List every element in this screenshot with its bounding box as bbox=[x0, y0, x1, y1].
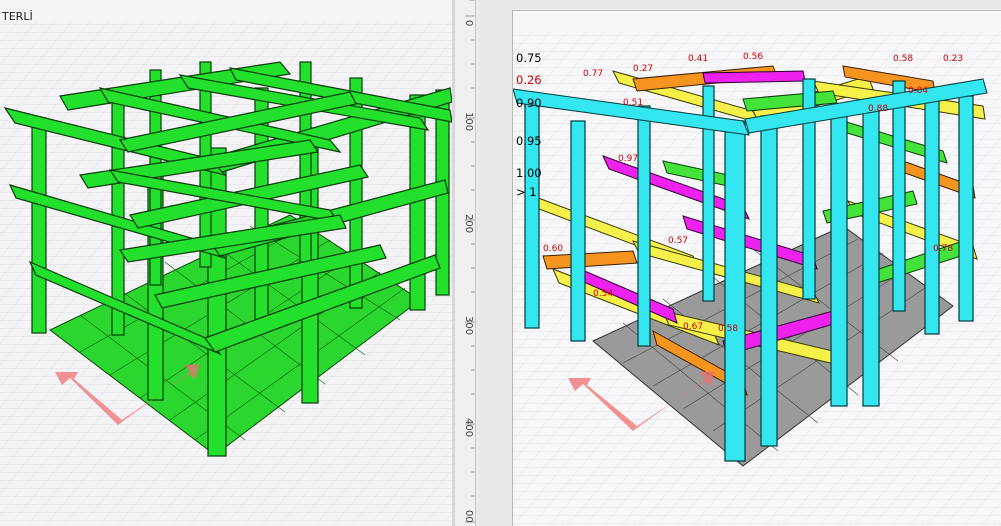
ruler-tick-200: 200 bbox=[463, 214, 474, 233]
ratio-legend-item: 0.75 bbox=[516, 51, 542, 65]
ratio-legend-item: > 1 bbox=[516, 185, 537, 199]
ratio-legend-item: 0.95 bbox=[516, 134, 542, 148]
ratio-value: 0.56 bbox=[743, 52, 763, 62]
ratio-value: 0.84 bbox=[908, 86, 928, 96]
ratio-legend-item: 0.90 bbox=[516, 96, 542, 110]
ratio-value: 0.77 bbox=[583, 69, 603, 79]
ratio-value: 0.97 bbox=[618, 154, 638, 164]
ratio-value: 0.88 bbox=[868, 104, 888, 114]
ruler-tick-100: 100 bbox=[463, 112, 474, 131]
ratio-value: 0.58 bbox=[893, 54, 913, 64]
ratio-value: 0.57 bbox=[668, 236, 688, 246]
ratio-value: 0.23 bbox=[943, 54, 963, 64]
ratio-value: 0.78 bbox=[933, 244, 953, 254]
vertical-ruler: 0 100 200 300 400 00 bbox=[455, 0, 476, 526]
ratio-legend-item: 1.00 bbox=[516, 166, 542, 180]
ratio-legend-item: 0.26 bbox=[516, 73, 542, 87]
ratio-value: 0.41 bbox=[688, 54, 708, 64]
ruler-tick-500: 00 bbox=[463, 510, 474, 523]
ratio-value: 0.58 bbox=[718, 324, 738, 334]
view-title: TERLİ bbox=[2, 10, 33, 23]
right-frame: 0.27 0.41 0.56 0.58 0.23 0.77 0.51 0.84 … bbox=[476, 0, 1001, 526]
right-3d-view[interactable]: 0.27 0.41 0.56 0.58 0.23 0.77 0.51 0.84 … bbox=[512, 10, 1001, 526]
ruler-tick-300: 300 bbox=[463, 316, 474, 335]
ruler-tick-0: 0 bbox=[463, 20, 474, 26]
ratio-value: 0.51 bbox=[623, 98, 643, 108]
right-frame-model: 0.27 0.41 0.56 0.58 0.23 0.77 0.51 0.84 … bbox=[513, 31, 1001, 526]
ratio-value: 0.67 bbox=[683, 322, 703, 332]
ratio-value: 0.54 bbox=[593, 289, 613, 299]
ratio-value: 0.60 bbox=[543, 244, 563, 254]
left-frame-model bbox=[0, 20, 452, 526]
ratio-value: 0.27 bbox=[633, 64, 653, 74]
left-3d-view[interactable]: TERLİ bbox=[0, 0, 452, 526]
ruler-tick-400: 400 bbox=[463, 418, 474, 437]
